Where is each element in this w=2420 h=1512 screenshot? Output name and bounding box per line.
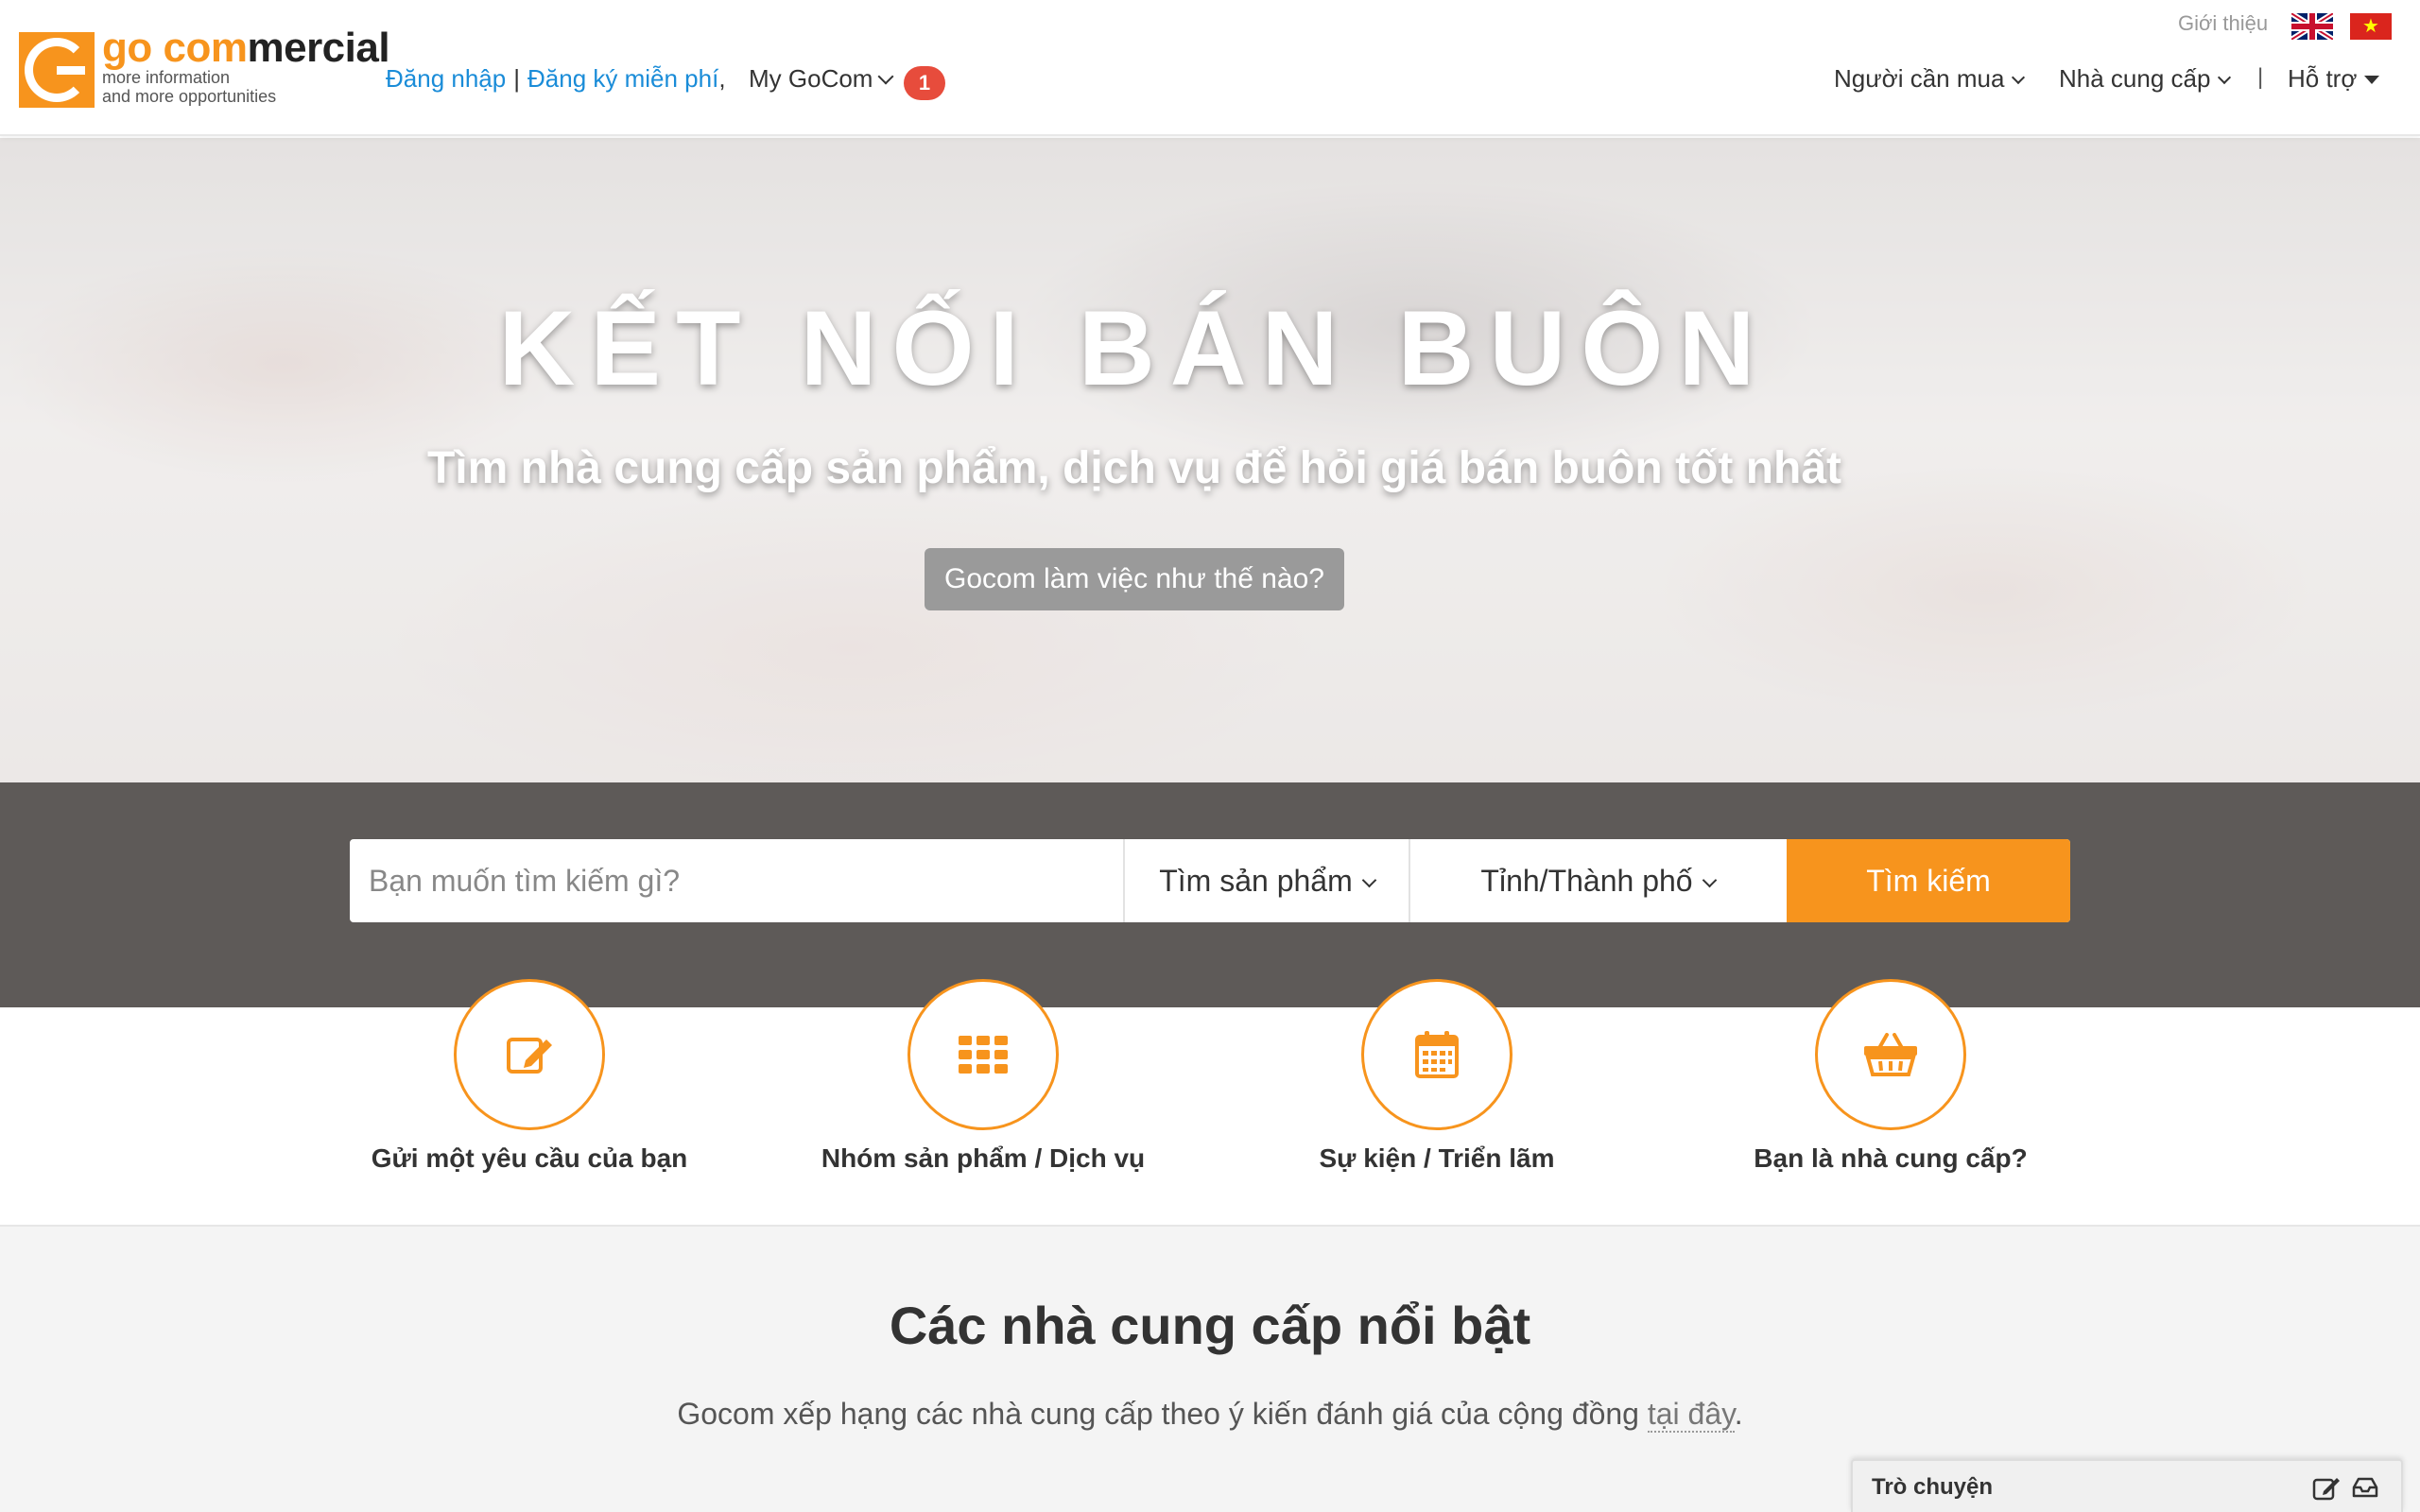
logo-g-mark: [19, 32, 95, 108]
notification-badge[interactable]: 1: [904, 66, 945, 100]
hero-subtitle: Tìm nhà cung cấp sản phẩm, dịch vụ để hỏ…: [426, 443, 1842, 493]
chevron-down-icon: [877, 68, 894, 85]
feature-label: Sự kiện / Triển lãm: [1319, 1143, 1555, 1173]
vi-flag-icon[interactable]: ★: [2350, 13, 2392, 40]
feature-categories[interactable]: Nhóm sản phẩm / Dịch vụ: [794, 979, 1172, 1174]
register-link[interactable]: Đăng ký miễn phí: [527, 64, 718, 93]
chevron-down-icon: [1702, 872, 1717, 888]
chat-widget[interactable]: Trò chuyện: [1851, 1459, 2403, 1512]
feature-row: Gửi một yêu cầu của bạn Nhóm sản phẩm / …: [0, 979, 2420, 1227]
logo-wordmark: go commercial: [102, 25, 390, 71]
feature-label: Nhóm sản phẩm / Dịch vụ: [821, 1143, 1146, 1173]
my-gocom-menu[interactable]: My GoCom: [749, 62, 894, 94]
caret-down-icon: [2364, 76, 2380, 84]
feature-events[interactable]: Sự kiện / Triển lãm: [1248, 979, 1626, 1174]
section-title: Các nhà cung cấp nổi bật: [889, 1296, 1531, 1355]
inbox-icon[interactable]: [2352, 1476, 2378, 1499]
top-header: go commercial more information and more …: [0, 0, 2420, 136]
city-select[interactable]: Tỉnh/Thành phố: [1410, 839, 1785, 922]
login-link[interactable]: Đăng nhập: [386, 64, 506, 93]
city-select-label: Tỉnh/Thành phố: [1480, 864, 1693, 898]
nav-support[interactable]: Hỗ trợ: [2288, 62, 2380, 94]
search-input[interactable]: [350, 839, 1123, 922]
calendar-icon: [1415, 1031, 1459, 1078]
chevron-down-icon: [2218, 70, 2232, 85]
nav-buyers[interactable]: Người cần mua: [1834, 62, 2026, 94]
search-bar: Tìm sản phẩm Tỉnh/Thành phố Tìm kiếm: [350, 839, 2070, 922]
grid-icon: [959, 1036, 1008, 1074]
auth-separator: |: [513, 64, 520, 93]
my-gocom-label: My GoCom: [749, 64, 873, 93]
compose-icon[interactable]: [2312, 1476, 2341, 1501]
hero-title: KẾT NỐI BÁN BUÔN: [498, 289, 1771, 407]
section-description: Gocom xếp hạng các nhà cung cấp theo ý k…: [677, 1397, 1743, 1433]
nav-support-label: Hỗ trợ: [2288, 64, 2358, 93]
gocom-logo[interactable]: go commercial more information and more …: [19, 25, 390, 110]
nav-suppliers-label: Nhà cung cấp: [2059, 64, 2211, 93]
how-it-works-button[interactable]: Gocom làm việc như thế nào?: [925, 548, 1344, 610]
feature-circle: [1815, 979, 1966, 1130]
about-link[interactable]: Giới thiệu: [2178, 11, 2268, 36]
feature-send-request[interactable]: Gửi một yêu cầu của bạn: [340, 979, 718, 1174]
search-type-select[interactable]: Tìm sản phẩm: [1125, 839, 1409, 922]
nav-separator: |: [2257, 64, 2264, 90]
search-band: Tìm sản phẩm Tỉnh/Thành phố Tìm kiếm: [0, 782, 2420, 1007]
chat-label: Trò chuyện: [1872, 1474, 1994, 1500]
feature-circle: [908, 979, 1059, 1130]
ranking-link[interactable]: tại đây: [1647, 1397, 1735, 1433]
feature-circle: [454, 979, 605, 1130]
feature-circle: [1361, 979, 1512, 1130]
nav-suppliers[interactable]: Nhà cung cấp: [2059, 62, 2232, 94]
logo-tagline: more information and more opportunities: [102, 68, 277, 106]
search-type-label: Tìm sản phẩm: [1159, 864, 1353, 898]
feature-label: Gửi một yêu cầu của bạn: [371, 1143, 688, 1173]
auth-links: Đăng nhập | Đăng ký miễn phí,: [386, 62, 726, 94]
nav-buyers-label: Người cần mua: [1834, 64, 2005, 93]
feature-label: Bạn là nhà cung cấp?: [1754, 1143, 2028, 1173]
basket-icon: [1864, 1033, 1917, 1076]
auth-comma: ,: [718, 64, 726, 93]
edit-icon: [507, 1038, 552, 1074]
chevron-down-icon: [2012, 70, 2026, 85]
feature-become-supplier[interactable]: Bạn là nhà cung cấp?: [1702, 979, 2080, 1174]
chevron-down-icon: [1361, 872, 1377, 888]
en-flag-icon[interactable]: [2291, 13, 2333, 40]
hero-banner: KẾT NỐI BÁN BUÔN Tìm nhà cung cấp sản ph…: [0, 138, 2420, 782]
search-button[interactable]: Tìm kiếm: [1787, 839, 2070, 922]
